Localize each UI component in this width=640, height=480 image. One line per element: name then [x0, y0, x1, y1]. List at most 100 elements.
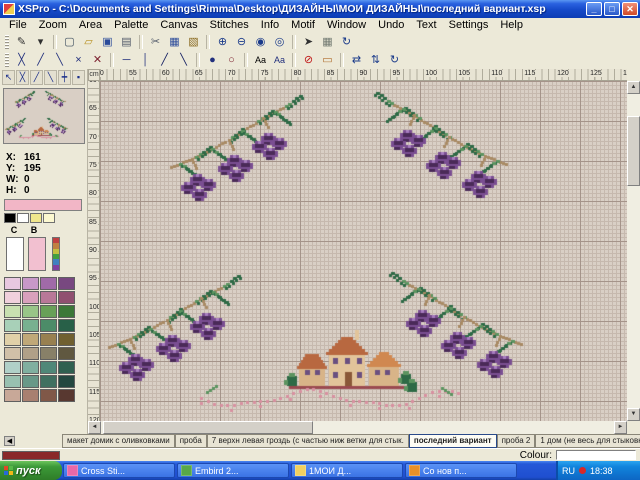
menu-item-info[interactable]: Info [255, 18, 285, 33]
thread-colour-swatch[interactable] [22, 333, 39, 346]
maximize-button[interactable]: □ [604, 2, 620, 16]
thread-colour-swatch[interactable] [4, 389, 21, 402]
selected-colour-swatch[interactable] [4, 199, 82, 211]
thread-colour-swatch[interactable] [22, 361, 39, 374]
backstitch-tool-icon[interactable]: ┿ [58, 70, 71, 85]
thread-colour-swatch[interactable] [58, 389, 75, 402]
bead-icon[interactable]: ○ [222, 51, 241, 69]
thread-colour-swatch[interactable] [4, 361, 21, 374]
scroll-up-button[interactable]: ▲ [627, 81, 640, 94]
language-indicator[interactable]: RU [562, 466, 575, 476]
basic-colour-swatch[interactable] [30, 213, 42, 223]
colour-strip[interactable] [52, 237, 60, 271]
design-tab[interactable]: проба 2 [497, 434, 536, 448]
knot-tool-icon[interactable]: ▪ [72, 70, 85, 85]
menu-item-palette[interactable]: Palette [108, 18, 154, 33]
thread-colour-swatch[interactable] [40, 347, 57, 360]
zoom-fit-icon[interactable]: ◎ [270, 33, 289, 51]
thread-colour-swatch[interactable] [58, 361, 75, 374]
backstitch-horizontal-icon[interactable]: ─ [117, 51, 136, 69]
text-latin-icon[interactable]: Aa [251, 51, 270, 69]
basic-colour-swatch[interactable] [4, 213, 16, 223]
refresh-icon[interactable]: ↻ [337, 33, 356, 51]
thread-colour-swatch[interactable] [4, 333, 21, 346]
current-thread-swatch[interactable] [2, 451, 60, 460]
thread-colour-swatch[interactable] [4, 305, 21, 318]
minimize-button[interactable]: _ [586, 2, 602, 16]
thread-colour-swatch[interactable] [40, 305, 57, 318]
half-stitch-back-icon[interactable]: ╲ [50, 51, 69, 69]
thread-colour-swatch[interactable] [22, 389, 39, 402]
vertical-scroll-thumb[interactable] [627, 116, 640, 186]
thread-colour-swatch[interactable] [58, 277, 75, 290]
backstitch-vertical-icon[interactable]: │ [136, 51, 155, 69]
taskbar-task[interactable]: Embird 2... [177, 463, 289, 478]
rotate-icon[interactable]: ↻ [385, 51, 404, 69]
scroll-down-button[interactable]: ▼ [627, 408, 640, 421]
basic-colour-swatch[interactable] [43, 213, 55, 223]
thread-colour-swatch[interactable] [58, 305, 75, 318]
menu-item-window[interactable]: Window [321, 18, 372, 33]
menu-item-stitches[interactable]: Stitches [204, 18, 255, 33]
thread-colour-swatch[interactable] [22, 319, 39, 332]
full-stitch-icon[interactable]: ╳ [12, 51, 31, 69]
mirror-horizontal-icon[interactable]: ⇄ [347, 51, 366, 69]
thread-colour-swatch[interactable] [4, 291, 21, 304]
menu-item-motif[interactable]: Motif [285, 18, 321, 33]
zoom-actual-icon[interactable]: ◉ [251, 33, 270, 51]
menu-item-zoom[interactable]: Zoom [33, 18, 73, 33]
open-folder-icon[interactable]: ▱ [79, 33, 98, 51]
horizontal-scrollbar[interactable]: ◄ ► [88, 421, 627, 434]
taskbar-task[interactable]: Со нов п... [405, 463, 517, 478]
full-cross-icon[interactable]: ╳ [16, 70, 29, 85]
backstitch-diag-up-icon[interactable]: ╱ [155, 51, 174, 69]
thread-colour-swatch[interactable] [40, 361, 57, 374]
thread-colour-swatch[interactable] [22, 277, 39, 290]
french-knot-icon[interactable]: ● [203, 51, 222, 69]
thread-colour-swatch[interactable] [58, 319, 75, 332]
menu-item-settings[interactable]: Settings [443, 18, 495, 33]
zoom-out-icon[interactable]: ⊖ [232, 33, 251, 51]
pattern-canvas[interactable] [100, 81, 627, 421]
thread-colour-swatch[interactable] [22, 375, 39, 388]
menu-item-undo[interactable]: Undo [372, 18, 410, 33]
quarter-stitch-icon[interactable]: × [69, 51, 88, 69]
basic-colour-swatch[interactable] [17, 213, 29, 223]
thread-colour-swatch[interactable] [58, 375, 75, 388]
thread-colour-swatch[interactable] [40, 333, 57, 346]
mirror-vertical-icon[interactable]: ⇅ [366, 51, 385, 69]
horizontal-scroll-thumb[interactable] [103, 421, 313, 434]
colour-b-swatch[interactable] [28, 237, 46, 271]
new-file-icon[interactable]: ▢ [60, 33, 79, 51]
thread-colour-swatch[interactable] [22, 305, 39, 318]
thread-colour-swatch[interactable] [4, 277, 21, 290]
design-tab[interactable]: макет домик с оливковками [62, 434, 175, 448]
eraser-icon[interactable]: ▭ [318, 51, 337, 69]
thread-colour-swatch[interactable] [40, 277, 57, 290]
zoom-in-icon[interactable]: ⊕ [213, 33, 232, 51]
thread-colour-swatch[interactable] [40, 291, 57, 304]
menu-item-text[interactable]: Text [410, 18, 442, 33]
half-stitch-forward-icon[interactable]: ╱ [31, 51, 50, 69]
thread-colour-swatch[interactable] [40, 319, 57, 332]
thread-colour-swatch[interactable] [58, 333, 75, 346]
close-button[interactable]: ✕ [622, 2, 638, 16]
thread-colour-swatch[interactable] [4, 375, 21, 388]
taskbar-task[interactable]: 1МОИ Д... [291, 463, 403, 478]
scroll-left-button[interactable]: ◄ [88, 421, 101, 434]
half-cross-forward-icon[interactable]: ╱ [30, 70, 43, 85]
thread-colour-swatch[interactable] [40, 375, 57, 388]
no-stitch-icon[interactable]: ⊘ [299, 51, 318, 69]
print-icon[interactable]: ▤ [117, 33, 136, 51]
thread-colour-swatch[interactable] [40, 389, 57, 402]
design-tab[interactable]: последний вариант [409, 434, 497, 448]
design-tab[interactable]: 7 верхн левая гроздь (с частью ниж ветки… [207, 434, 409, 448]
select-arrow-icon[interactable]: ↖ [2, 70, 15, 85]
thread-colour-swatch[interactable] [22, 291, 39, 304]
cut-icon[interactable]: ✂ [146, 33, 165, 51]
design-preview-thumbnail[interactable] [3, 88, 85, 144]
tray-app-icon[interactable] [579, 467, 586, 474]
menu-item-help[interactable]: Help [494, 18, 529, 33]
thread-colour-swatch[interactable] [58, 291, 75, 304]
design-tab[interactable]: проба [175, 434, 207, 448]
